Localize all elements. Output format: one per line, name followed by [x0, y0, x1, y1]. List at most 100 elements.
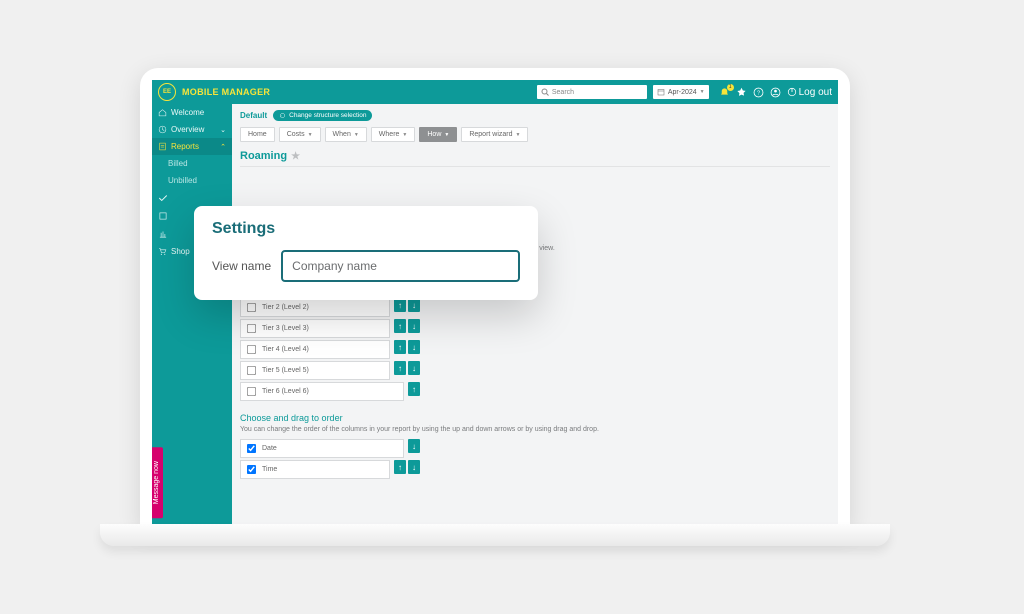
topbar-icons: 1 ? Log out	[719, 87, 832, 98]
favorite-star-icon[interactable]: ★	[291, 151, 300, 162]
user-icon[interactable]	[770, 87, 781, 98]
move-up-button[interactable]: ↑	[394, 298, 406, 312]
move-down-button[interactable]: ↓	[408, 340, 420, 354]
move-down-button[interactable]: ↓	[408, 439, 420, 453]
tier-label: Tier 2 (Level 2)	[262, 304, 309, 311]
message-now-button[interactable]: Message now	[152, 447, 163, 518]
tier-row: Tier 3 (Level 3) ↑↓	[240, 319, 420, 338]
tier-checkbox[interactable]	[247, 303, 256, 312]
tier-cell[interactable]: Tier 2 (Level 2)	[240, 298, 390, 317]
star-icon[interactable]	[736, 87, 747, 98]
period-select[interactable]: Apr-2024 ▼	[653, 85, 709, 99]
order-arrows: ↓	[408, 439, 420, 458]
tier-checkbox[interactable]	[247, 387, 256, 396]
move-up-button[interactable]: ↑	[394, 361, 406, 375]
tab-report-wizard[interactable]: Report wizard▼	[461, 127, 528, 142]
sidebar-item-welcome[interactable]: Welcome	[152, 104, 232, 121]
order-row: Date ↓	[240, 439, 420, 458]
tab-home[interactable]: Home	[240, 127, 275, 142]
chevron-down-icon: ▼	[444, 132, 449, 138]
refresh-icon	[279, 112, 286, 119]
tier-cell[interactable]: Tier 4 (Level 4)	[240, 340, 390, 359]
tier-arrows: ↑↓	[394, 340, 420, 359]
order-cell[interactable]: Date	[240, 439, 404, 458]
move-up-button[interactable]: ↑	[394, 460, 406, 474]
settings-title: Settings	[212, 220, 520, 238]
main-content: Default Change structure selection Home …	[232, 104, 838, 528]
tier-arrows: ↑	[408, 382, 420, 401]
home-icon	[158, 108, 167, 117]
tier-row: Tier 2 (Level 2) ↑↓	[240, 298, 420, 317]
move-up-button[interactable]: ↑	[408, 382, 420, 396]
bell-icon[interactable]: 1	[719, 87, 730, 98]
chevron-down-icon: ⌄	[220, 126, 226, 134]
tab-how[interactable]: How▼	[419, 127, 457, 142]
tier-label: Tier 5 (Level 5)	[262, 367, 309, 374]
sidebar: Welcome Overview ⌄ Reports ⌃	[152, 104, 232, 528]
tier-cell[interactable]: Tier 3 (Level 3)	[240, 319, 390, 338]
notification-badge: 1	[727, 84, 734, 91]
search-input[interactable]: Search	[537, 85, 647, 99]
tier-arrows: ↑↓	[394, 319, 420, 338]
sidebar-item-overview[interactable]: Overview ⌄	[152, 121, 232, 138]
order-cell[interactable]: Time	[240, 460, 390, 479]
move-down-button[interactable]: ↓	[408, 319, 420, 333]
structure-label: Default	[240, 111, 267, 120]
topbar: EE MOBILE MANAGER Search Apr-2024 ▼	[152, 80, 838, 104]
move-down-button[interactable]: ↓	[408, 361, 420, 375]
order-label: Date	[262, 445, 277, 452]
sidebar-item-unbilled[interactable]: Unbilled	[152, 172, 232, 189]
logout-button[interactable]: Log out	[787, 87, 832, 98]
svg-text:?: ?	[757, 90, 760, 96]
tier-checkbox[interactable]	[247, 366, 256, 375]
tier-checkbox[interactable]	[247, 345, 256, 354]
tab-where[interactable]: Where▼	[371, 127, 416, 142]
chevron-down-icon: ▼	[308, 132, 313, 138]
move-up-button[interactable]: ↑	[394, 340, 406, 354]
move-down-button[interactable]: ↓	[408, 460, 420, 474]
sidebar-item-billed[interactable]: Billed	[152, 155, 232, 172]
breadcrumb-row: Default Change structure selection	[240, 110, 830, 121]
tier-cell[interactable]: Tier 6 (Level 6)	[240, 382, 404, 401]
tier-arrows: ↑↓	[394, 361, 420, 380]
order-label: Time	[262, 466, 277, 473]
order-checkbox[interactable]	[247, 465, 256, 474]
chevron-down-icon: ▼	[700, 89, 705, 95]
search-icon	[541, 88, 549, 96]
tab-costs[interactable]: Costs▼	[279, 127, 321, 142]
tier-checkbox[interactable]	[247, 324, 256, 333]
help-icon[interactable]: ?	[753, 87, 764, 98]
tier-cell[interactable]: Tier 5 (Level 5)	[240, 361, 390, 380]
tier-label: Tier 4 (Level 4)	[262, 346, 309, 353]
sidebar-item-reports[interactable]: Reports ⌃	[152, 138, 232, 155]
brand-name: MOBILE MANAGER	[182, 87, 270, 97]
tier-row: Tier 6 (Level 6) ↑	[240, 382, 420, 401]
order-checkbox[interactable]	[247, 444, 256, 453]
page-title: Roaming ★	[240, 150, 830, 167]
view-name-label: View name	[212, 259, 271, 273]
chevron-down-icon: ▼	[354, 132, 359, 138]
move-down-button[interactable]: ↓	[408, 298, 420, 312]
tier-row: Tier 5 (Level 5) ↑↓	[240, 361, 420, 380]
cart-icon	[158, 247, 167, 256]
tier-arrows: ↑↓	[394, 298, 420, 317]
view-name-input[interactable]	[281, 250, 520, 282]
change-structure-button[interactable]: Change structure selection	[273, 110, 372, 121]
sidebar-icon-1[interactable]	[152, 189, 232, 207]
tier-label: Tier 6 (Level 6)	[262, 388, 309, 395]
document-icon	[158, 142, 167, 151]
chevron-down-icon: ▼	[516, 132, 521, 138]
report-tabs: Home Costs▼ When▼ Where▼ How▼ Report wiz…	[240, 127, 830, 142]
move-up-button[interactable]: ↑	[394, 319, 406, 333]
order-section-title: Choose and drag to order	[240, 413, 830, 423]
settings-view-name-row: View name	[212, 250, 520, 282]
chevron-up-icon: ⌃	[220, 143, 226, 151]
app-screen: EE MOBILE MANAGER Search Apr-2024 ▼	[152, 80, 838, 528]
calendar-icon	[657, 88, 665, 96]
order-row: Time ↑↓	[240, 460, 420, 479]
tier-label: Tier 3 (Level 3)	[262, 325, 309, 332]
settings-modal: Settings View name	[194, 206, 538, 300]
order-section-subtitle: You can change the order of the columns …	[240, 426, 830, 433]
tab-when[interactable]: When▼	[325, 127, 367, 142]
order-arrows: ↑↓	[394, 460, 420, 479]
